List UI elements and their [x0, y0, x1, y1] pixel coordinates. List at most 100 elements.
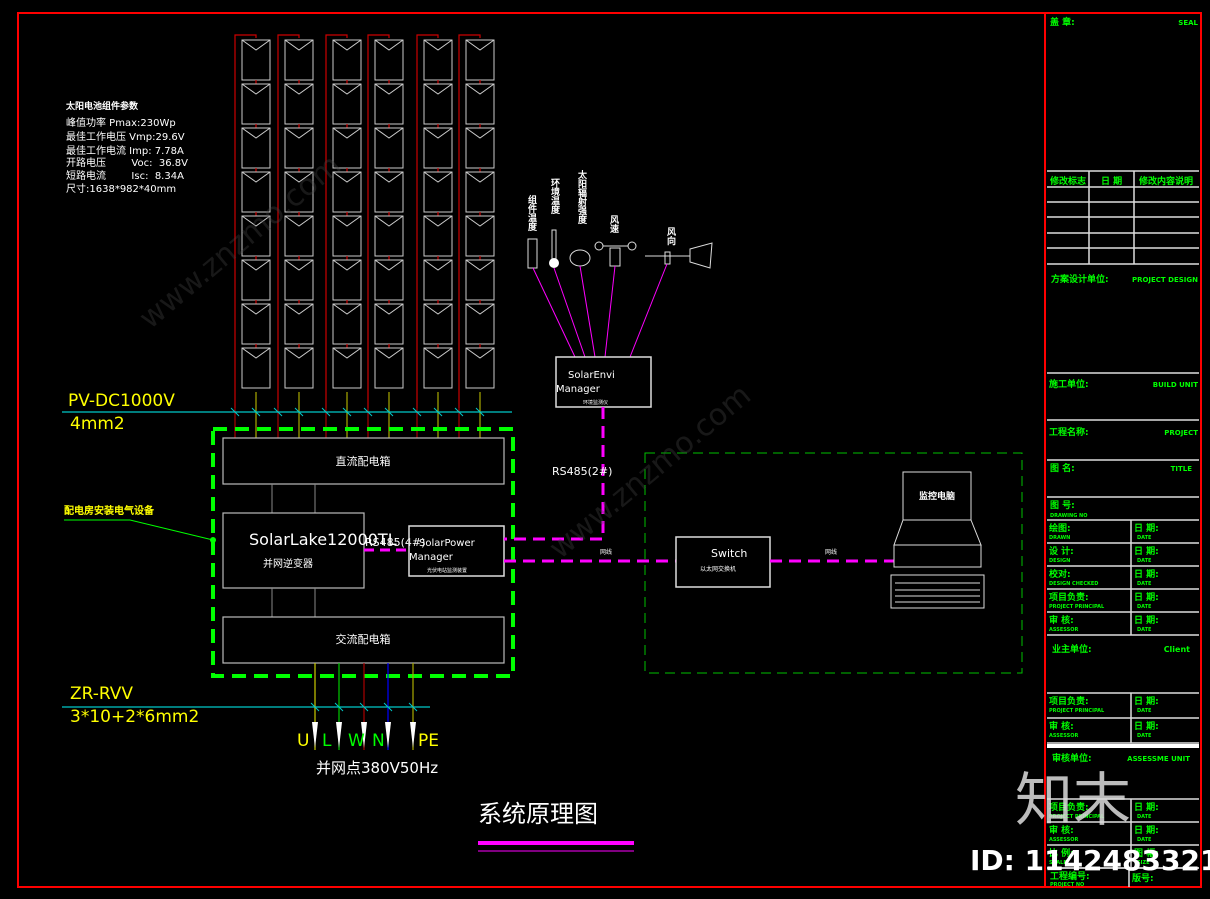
tb-rev-header: 修改内容说明 [1138, 175, 1193, 187]
solar-panel [332, 39, 362, 81]
envi-manager-title: SolarEnvi [568, 370, 615, 381]
tb-row-label-en: ASSESSOR [1049, 837, 1078, 843]
envi-manager-subtitle: Manager [556, 384, 601, 395]
solar-panel [423, 347, 453, 389]
solar-panel [465, 171, 495, 213]
inverter-box [222, 512, 365, 589]
tb-drawing-no: 图 号: [1050, 500, 1075, 511]
tb-title: 图 名: [1050, 462, 1075, 474]
tb-project-no-en: PROJECT NO [1050, 882, 1084, 888]
tb-row-date-en: DATE [1137, 558, 1152, 564]
param-line: 最佳工作电流 Imp: 7.78A [66, 144, 184, 157]
sensors: 组件温度 环境温度 太阳辐射强度 风速 风向 [526, 169, 713, 358]
sensor-label-irradiance: 太阳辐射强度 [576, 169, 588, 225]
tb-row-date: 日 期: [1134, 695, 1159, 707]
tb-row-date-en: DATE [1137, 604, 1152, 610]
monitor-room-boundary [644, 452, 1023, 674]
solar-panel [465, 347, 495, 389]
tb-design-unit: 方案设计单位: [1051, 273, 1109, 285]
power-manager-subtitle: Manager [409, 552, 454, 563]
solar-panel [423, 259, 453, 301]
tb-row-label: 设 计: [1049, 545, 1074, 557]
cad-drawing: 太阳电池组件参数 峰值功率 Pmax:230Wp 最佳工作电压 Vmp:29.6… [17, 12, 1210, 888]
tb-row-date: 日 期: [1134, 720, 1159, 732]
solar-panel [332, 215, 362, 257]
tb-row-label: 绘图: [1049, 522, 1071, 534]
string-wire [325, 34, 348, 408]
tb-assess-unit: 审核单位: [1052, 752, 1092, 764]
tb-row-label: 审 核: [1049, 720, 1074, 732]
tb-design-unit-en: PROJECT DESIGN [1132, 276, 1198, 284]
tb-row-label: 校对: [1049, 568, 1071, 580]
dc-cable-size: 4mm2 [70, 414, 125, 434]
solar-panel [332, 303, 362, 345]
leader-dot [210, 537, 216, 543]
dc-box-label: 直流配电箱 [336, 454, 391, 468]
tb-row-date-en: DATE [1137, 733, 1152, 739]
solar-panel [284, 83, 314, 125]
anemometer-icon [594, 241, 637, 267]
computer-label: 监控电脑 [919, 490, 955, 502]
tb-row-label-en: DESIGN CHECKED [1049, 581, 1098, 587]
solar-panel [465, 215, 495, 257]
tb-row-date: 日 期: [1134, 801, 1159, 813]
ac-cable-size: 3*10+2*6mm2 [70, 707, 199, 727]
sensor-label-ambient-temp: 环境温度 [549, 178, 560, 215]
tb-row-label: 审 核: [1049, 614, 1074, 626]
tb-build-unit: 施工单位: [1049, 378, 1089, 390]
param-line: 最佳工作电压 Vmp:29.6V [66, 130, 185, 143]
thermometer-bulb-icon [549, 258, 559, 268]
tb-seal-en: SEAL [1178, 19, 1198, 27]
tb-client: 业主单位: [1052, 643, 1092, 655]
pyranometer-icon [569, 249, 591, 267]
solar-panel [423, 215, 453, 257]
solar-panel [284, 303, 314, 345]
solar-panel [241, 127, 271, 169]
param-line: 短路电流 Isc: 8.34A [66, 169, 184, 182]
tb-drawing-no-en: DRAWING NO [1050, 513, 1088, 519]
tb-title-en: TITLE [1171, 465, 1193, 473]
solar-panel [423, 171, 453, 213]
solar-panel [374, 83, 404, 125]
tb-row-date: 日 期: [1134, 614, 1159, 626]
string-wire [367, 34, 390, 408]
tb-assess-unit-en: ASSESSME UNIT [1127, 755, 1190, 763]
solar-panel [374, 39, 404, 81]
params-title: 太阳电池组件参数 [65, 100, 139, 112]
tb-row-date-en: DATE [1137, 627, 1152, 633]
tb-rev-header: 日 期 [1101, 175, 1122, 187]
solar-panel [374, 259, 404, 301]
solar-panel [284, 39, 314, 81]
tb-row-label-en: DESIGN [1049, 558, 1070, 564]
terminal-icon [312, 722, 318, 748]
tb-row-date-en: DATE [1137, 814, 1152, 820]
solar-panel [465, 303, 495, 345]
solar-panel [241, 39, 271, 81]
title-block-divider [1047, 744, 1199, 748]
solar-panel [284, 347, 314, 389]
tb-build-unit-en: BUILD UNIT [1153, 381, 1198, 389]
watermark-logo: 知末 [1015, 766, 1131, 834]
ac-box-label: 交流配电箱 [336, 632, 391, 646]
phase-label: U [297, 731, 309, 751]
terminal-icon [385, 722, 391, 748]
phase-label: PE [418, 731, 439, 751]
tb-row-label-en: DRAWN [1049, 535, 1070, 541]
network-label: 网线 [600, 548, 612, 556]
module-temp-sensor-icon [527, 238, 538, 269]
sensor-label-wind-speed: 风速 [608, 215, 619, 234]
room-leader [64, 519, 214, 541]
tb-row-date: 日 期: [1134, 545, 1159, 557]
power-manager-title: SolarPower [419, 538, 476, 549]
inverter-name: 并网逆变器 [263, 557, 313, 570]
tb-row-date: 日 期: [1134, 824, 1159, 836]
power-manager-note: 光伏电站监测装置 [427, 567, 467, 574]
solar-panel [241, 347, 271, 389]
tb-row-label-en: ASSESSOR [1049, 733, 1078, 739]
param-line: 峰值功率 Pmax:230Wp [66, 116, 176, 129]
terminal-icon [410, 722, 416, 748]
switch-box [675, 536, 771, 588]
tb-client-en: Client [1164, 645, 1190, 654]
wind-vane-icon [645, 242, 713, 269]
rs485-2-label: RS485(2#) [552, 465, 612, 478]
